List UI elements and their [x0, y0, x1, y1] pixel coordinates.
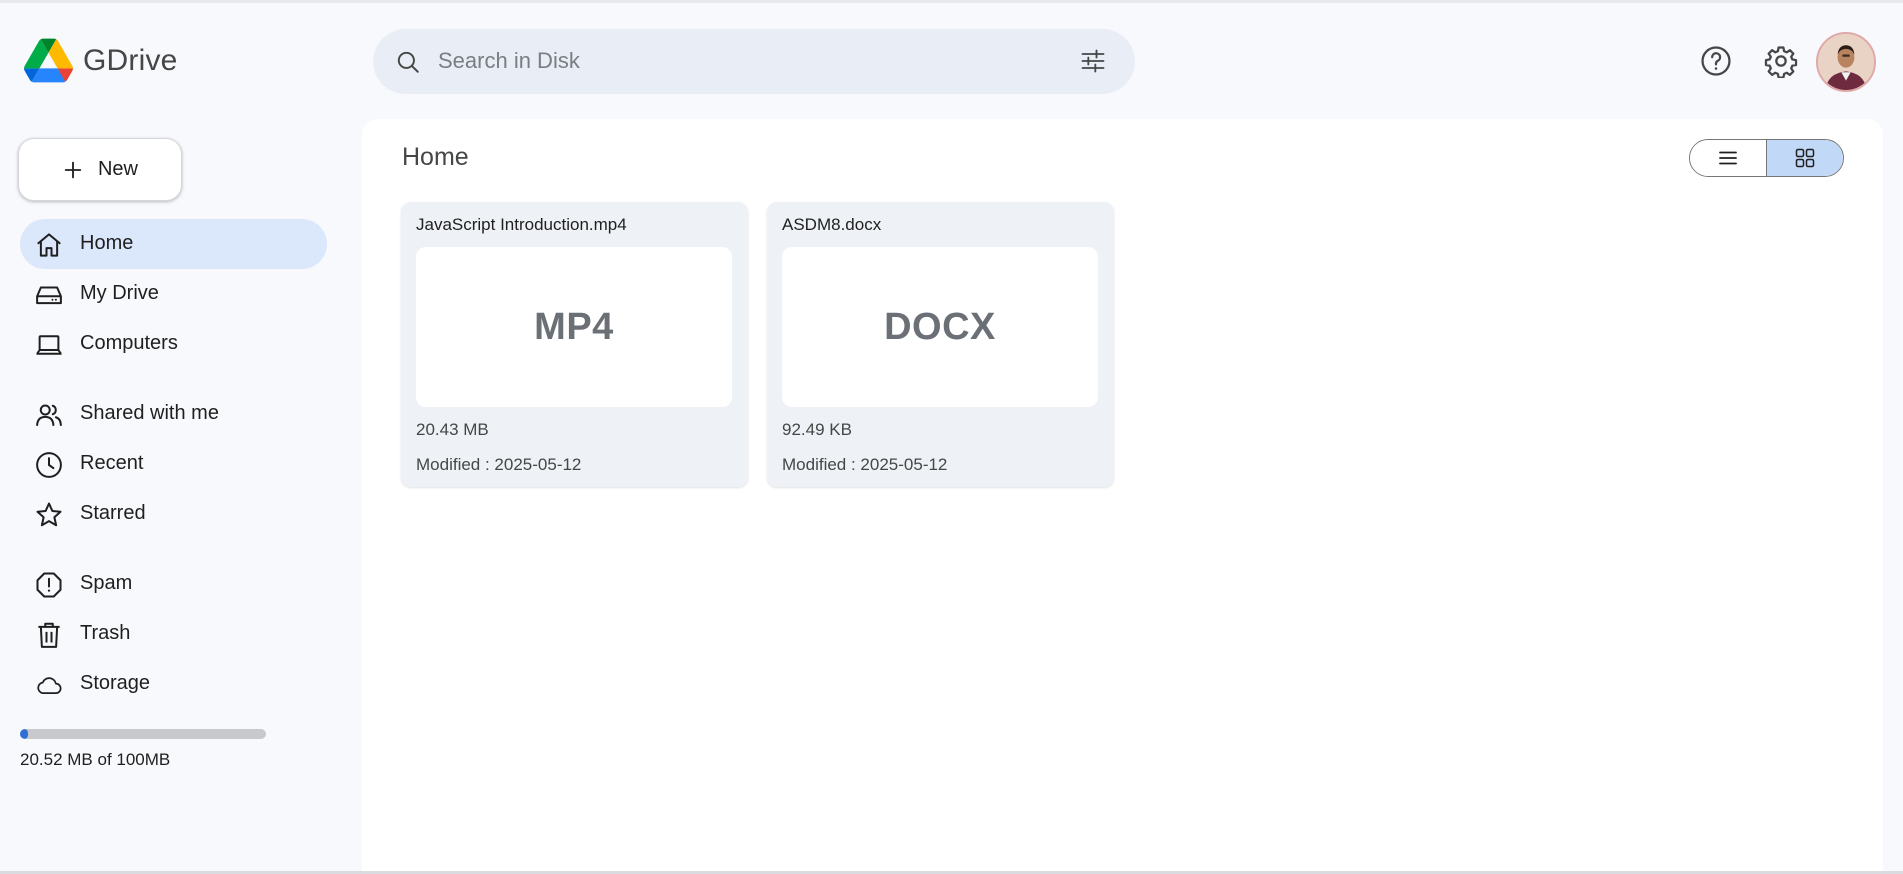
sidebar-item-spam[interactable]: Spam — [20, 559, 327, 609]
spam-icon — [36, 572, 62, 598]
file-name: ASDM8.docx — [782, 215, 882, 234]
star-icon — [36, 502, 62, 527]
sidebar-item-my-drive[interactable]: My Drive — [20, 269, 327, 319]
storage-usage-text: 20.52 MB of 100MB — [20, 750, 171, 769]
storage-progress-fill — [20, 729, 28, 739]
file-size: 92.49 KB — [782, 420, 852, 439]
sidebar-item-label: My Drive — [80, 282, 159, 304]
app-logo[interactable]: GDrive — [24, 38, 178, 83]
file-card[interactable]: JavaScript Introduction.mp4 MP4 20.43 MB… — [401, 202, 748, 487]
search-input[interactable] — [438, 41, 1038, 81]
sidebar-item-shared-with-me[interactable]: Shared with me — [20, 389, 327, 439]
new-button[interactable]: New — [18, 138, 182, 201]
sidebar-item-starred[interactable]: Starred — [20, 489, 327, 539]
filter-sliders-icon[interactable] — [1079, 47, 1107, 75]
file-type-label: DOCX — [884, 305, 996, 348]
people-icon — [36, 404, 62, 426]
trash-icon — [38, 622, 60, 648]
app-name: GDrive — [83, 43, 178, 77]
drive-icon — [36, 286, 62, 305]
file-preview[interactable]: MP4 — [416, 247, 732, 407]
list-view-button[interactable] — [1690, 140, 1767, 176]
sidebar-item-label: Home — [80, 232, 134, 254]
sidebar-item-label: Storage — [80, 672, 151, 694]
avatar[interactable] — [1816, 32, 1876, 92]
sidebar-item-home[interactable]: Home — [20, 219, 327, 269]
sidebar-item-label: Computers — [80, 332, 178, 354]
sidebar-item-storage[interactable]: Storage — [20, 659, 327, 709]
file-preview[interactable]: DOCX — [782, 247, 1098, 407]
page-title: Home — [402, 143, 469, 171]
sidebar-item-label: Trash — [80, 622, 131, 644]
sidebar-item-recent[interactable]: Recent — [20, 439, 327, 489]
main-panel: Home JavaScript Introduction.mp4 MP4 20.… — [362, 119, 1883, 871]
help-circle-icon — [1701, 46, 1731, 76]
file-name: JavaScript Introduction.mp4 — [416, 215, 627, 234]
sidebar-item-label: Shared with me — [80, 402, 219, 424]
gdrive-logo-icon — [24, 38, 73, 83]
view-toggle[interactable] — [1689, 139, 1844, 177]
search-icon[interactable] — [395, 49, 421, 75]
clock-icon — [36, 452, 62, 478]
sidebar-item-label: Recent — [80, 452, 144, 474]
laptop-icon — [36, 335, 62, 355]
sidebar-item-label: Spam — [80, 572, 133, 594]
storage-progress-bar — [20, 729, 266, 739]
file-size: 20.43 MB — [416, 420, 489, 439]
new-button-label: New — [97, 158, 138, 180]
search-bar[interactable] — [373, 29, 1135, 94]
sidebar-item-label: Starred — [80, 502, 146, 524]
cloud-icon — [37, 677, 62, 694]
file-modified-date: Modified : 2025-05-12 — [782, 455, 948, 474]
gear-icon — [1764, 46, 1798, 79]
list-view-icon — [1718, 151, 1737, 165]
plus-icon — [64, 161, 82, 178]
file-card[interactable]: ASDM8.docx DOCX 92.49 KB Modified : 2025… — [767, 202, 1114, 487]
sidebar-item-trash[interactable]: Trash — [20, 609, 327, 659]
help-button[interactable] — [1699, 44, 1733, 78]
file-modified-date: Modified : 2025-05-12 — [416, 455, 582, 474]
grid-view-icon — [1795, 148, 1814, 168]
home-icon — [37, 233, 61, 257]
file-type-label: MP4 — [534, 305, 614, 348]
top-border — [0, 0, 1903, 3]
grid-view-button[interactable] — [1766, 140, 1843, 176]
user-photo — [1818, 34, 1874, 90]
settings-button[interactable] — [1764, 44, 1798, 79]
sidebar-item-computers[interactable]: Computers — [20, 319, 327, 369]
